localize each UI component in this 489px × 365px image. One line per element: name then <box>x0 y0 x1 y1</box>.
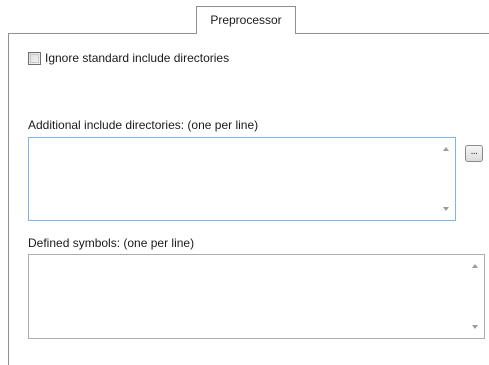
defined-symbols-scrollbar[interactable] <box>467 255 484 338</box>
preprocessor-settings-page: Preprocessor Ignore standard include dir… <box>0 0 489 365</box>
include-directories-textarea[interactable] <box>28 137 456 221</box>
scroll-up-arrow-icon[interactable] <box>472 264 478 268</box>
browse-include-directories-button[interactable]: ... <box>465 145 483 162</box>
scroll-down-arrow-icon[interactable] <box>443 207 449 211</box>
ignore-standard-includes-label: Ignore standard include directories <box>45 51 230 65</box>
include-directories-scrollbar[interactable] <box>438 138 455 220</box>
tab-preprocessor-label: Preprocessor <box>210 13 282 27</box>
tab-preprocessor[interactable]: Preprocessor <box>196 6 296 34</box>
panel-border-top-right <box>295 33 489 34</box>
include-directories-label: Additional include directories: (one per… <box>28 118 259 132</box>
scroll-up-arrow-icon[interactable] <box>443 147 449 151</box>
panel-border-top-left <box>8 33 197 34</box>
ignore-standard-includes-checkbox-row[interactable]: Ignore standard include directories <box>28 51 229 65</box>
panel-border-left <box>8 33 9 365</box>
defined-symbols-textarea[interactable] <box>28 254 485 339</box>
defined-symbols-label: Defined symbols: (one per line) <box>28 236 195 250</box>
ignore-standard-includes-checkbox[interactable] <box>28 51 41 65</box>
scroll-down-arrow-icon[interactable] <box>472 325 478 329</box>
